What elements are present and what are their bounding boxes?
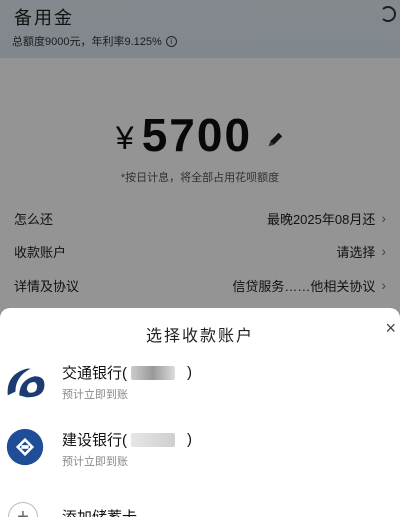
close-icon[interactable]: × [385, 318, 396, 339]
ccb-logo-icon [6, 428, 44, 466]
bocom-logo-icon [7, 368, 45, 398]
arrival-time: 预计立即到账 [62, 389, 128, 401]
add-debit-card-label: 添加储蓄卡 [62, 506, 137, 517]
bank-option-ccb[interactable]: 建设银行( ) 预计立即到账 [0, 423, 400, 483]
masked-card-number [131, 432, 175, 447]
sheet-title: 选择收款账户 [145, 328, 254, 345]
add-debit-card-option[interactable]: + 添加储蓄卡 [0, 500, 400, 517]
bank-name: 建设银行( ) [62, 431, 192, 449]
bank-name: 交通银行( ) [62, 364, 192, 382]
plus-icon: + [8, 502, 38, 517]
masked-card-number [131, 365, 175, 380]
arrival-time: 预计立即到账 [62, 456, 128, 468]
bank-option-bocom[interactable]: 交通银行( ) 预计立即到账 [0, 356, 400, 416]
